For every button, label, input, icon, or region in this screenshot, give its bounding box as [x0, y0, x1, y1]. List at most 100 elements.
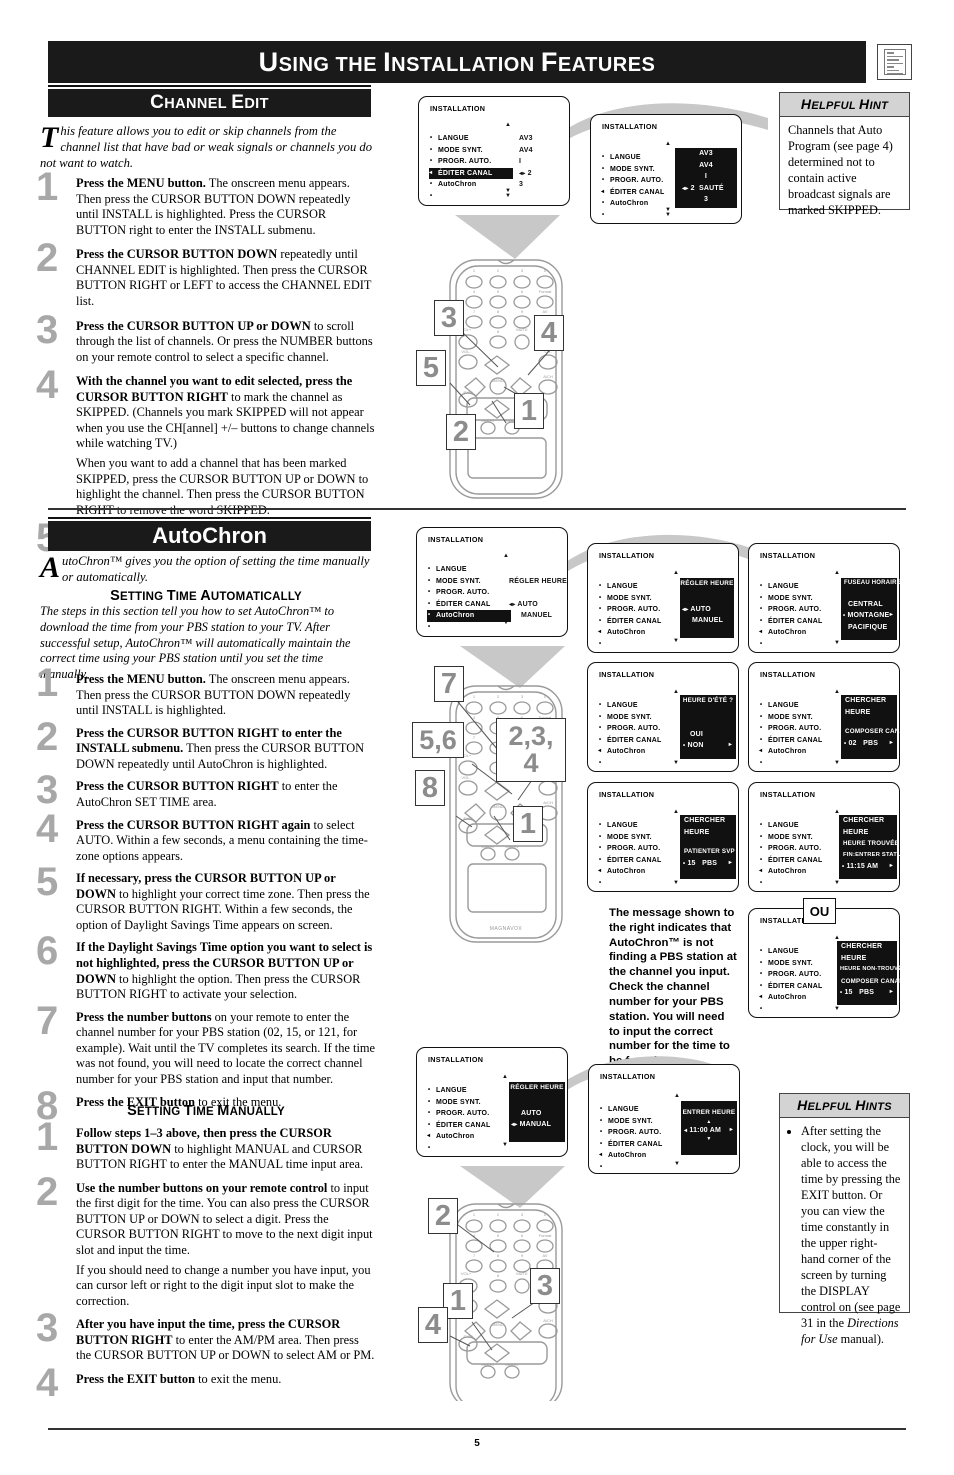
osd-title: INSTALLATION [760, 670, 816, 679]
osd-title: INSTALLATION [428, 1055, 484, 1064]
step-number: 7 [36, 998, 59, 1043]
osd-status: COMPOSER CANAL [841, 977, 904, 985]
autochron-intro-text: utoChron™ gives you the option of settin… [62, 554, 370, 584]
osd-channel-entry: • 15 PBS ▸ [683, 859, 732, 867]
osd-option-selected: • MONTAGNE ▸ [843, 612, 893, 619]
callout-1: 1 [514, 393, 544, 429]
osd-menu-item: MODE SYNT. [599, 1116, 663, 1128]
osd-menu-item: PROGR. AUTO. [427, 1108, 491, 1120]
step-item: 1 Press the MENU button. The onscreen me… [36, 167, 376, 238]
osd-menu-item [429, 191, 513, 203]
osd-menu-item: PROGR. AUTO. [759, 843, 823, 855]
scroll-up-indicator: ▲ [673, 809, 679, 815]
osd-value: AV4 [699, 161, 713, 169]
osd-menu-item: LANGUE [759, 946, 823, 958]
osd-title: INSTALLATION [602, 122, 658, 131]
step-item: 3 After you have input the time, press t… [36, 1308, 376, 1364]
osd-menu-list: LANGUE MODE SYNT. PROGR. AUTO. ÉDITER CA… [599, 1104, 663, 1173]
osd-menu-item-selected: AutoChron [759, 627, 823, 639]
channel-edit-header-label: CHANNEL EDIT [150, 92, 269, 113]
banner-title: USING THE INSTALLATION FEATURES [258, 46, 656, 77]
drop-cap: T [40, 121, 59, 154]
osd-menu-item: ÉDITER CANAL [598, 616, 662, 628]
osd-status: FIN:ENTRER STATUS [843, 851, 906, 858]
osd-menu-item: ÉDITER CANAL [427, 599, 511, 611]
osd-menu-item: LANGUE [429, 133, 513, 145]
osd-time-value: • 11:15 AM ▸ [842, 863, 893, 870]
osd-menu-list: LANGUE MODE SYNT. PROGR. AUTO. ÉDITER CA… [759, 700, 823, 769]
callout-4: 4 [534, 315, 564, 351]
scroll-down-indicator: ▼ [834, 760, 840, 766]
callout-7: 7 [434, 666, 464, 702]
manual-page: USING THE INSTALLATION FEATURES CHANNEL … [0, 0, 954, 1475]
step-item: 2 Use the number buttons on your remote … [36, 1172, 376, 1310]
osd-menu-item [759, 878, 823, 890]
scroll-down-indicator: ▼ [834, 640, 840, 646]
osd-menu-item-selected: AutoChron [598, 627, 662, 639]
step-number: 2 [36, 714, 59, 759]
osd-autochron-search-02: INSTALLATION ▲ LANGUE MODE SYNT. PROGR. … [748, 662, 908, 772]
osd-panel-title: ENTRER HEURE [682, 1109, 736, 1116]
channel-edit-steps: 1 Press the MENU button. The onscreen me… [36, 167, 376, 558]
osd-menu-item: PROGR. AUTO. [759, 604, 823, 616]
osd-option: CENTRAL [848, 600, 883, 608]
osd-panel: RÉGLER HEURE ◂▸ AUTO MANUEL [680, 578, 734, 638]
osd-autochron-not-found: INSTALLATION ▲ LANGUE MODE SYNT. PROGR. … [748, 908, 906, 1018]
osd-title: INSTALLATION [430, 104, 486, 113]
osd-channel-entry: • 15 PBS ▸ [840, 989, 893, 996]
osd-value: MANUEL [521, 612, 553, 619]
step-body: With the channel you want to edit select… [76, 374, 376, 518]
step-number: 3 [36, 768, 59, 813]
osd-menu-item: LANGUE [427, 1085, 491, 1097]
osd-status: HEURE [841, 954, 867, 962]
osd-menu-item: PROGR. AUTO. [601, 175, 665, 187]
scroll-up-indicator: ▲ [665, 141, 671, 147]
osd-panel: AV3 AV4 I ◂▸ 2 SAUTÉ 3 [675, 148, 737, 208]
osd-menu-item: LANGUE [599, 1104, 663, 1116]
osd-title: INSTALLATION [600, 1072, 656, 1081]
osd-status: HEURE [684, 828, 710, 836]
osd-panel: CHERCHER HEURE HEURE TROUVÉE FIN:ENTRER … [839, 815, 906, 879]
osd-menu-item: ÉDITER CANAL [759, 981, 823, 993]
step-bold: Press the CURSOR BUTTON UP or DOWN [76, 318, 311, 333]
osd-menu-item: PROGR. AUTO. [598, 604, 662, 616]
document-page-icon [877, 44, 912, 80]
osd-menu-item: MODE SYNT. [601, 164, 665, 176]
step-item: 5 If necessary, press the CURSOR BUTTON … [36, 862, 376, 933]
osd-menu-item: PROGR. AUTO. [599, 1127, 663, 1139]
osd-menu-item [599, 1162, 663, 1174]
osd-menu-item: MODE SYNT. [429, 145, 513, 157]
step-number: 4 [36, 806, 59, 851]
osd-menu-item: AutoChron [429, 179, 513, 191]
setting-time-automatically-heading: SETTING TIME AUTOMATICALLY [110, 588, 302, 604]
scroll-up-indicator: ▲ [834, 689, 840, 695]
step-item: 3 Press the CURSOR BUTTON RIGHT to enter… [36, 770, 376, 810]
step-number: 1 [36, 165, 59, 209]
scroll-up-indicator: ▲ [503, 553, 509, 559]
osd-menu-item [427, 622, 511, 634]
step-body: If the Daylight Savings Time option you … [76, 940, 373, 1002]
osd-menu-item: PROGR. AUTO. [759, 969, 823, 981]
scroll-down-indicator: ▼ [673, 638, 679, 644]
osd-status: CHERCHER [841, 943, 883, 950]
step-text-2: If you should need to change a number yo… [76, 1262, 371, 1308]
osd-value-column: RÉGLER HEURE ◂▸ AUTO MANUEL [509, 564, 567, 622]
scroll-up-indicator: ▲ [673, 570, 679, 576]
osd-value-column: AV3 AV4 I ◂▸ 2 3 [519, 133, 533, 191]
autochron-manual-steps: 1 Follow steps 1–3 above, then press the… [36, 1117, 376, 1403]
osd-menu-item [598, 639, 662, 651]
scroll-down-indicator: ▼ ▼ [505, 188, 511, 199]
osd-panel: CHERCHER HEURE PATIENTER SVP • 15 PBS ▸ [680, 815, 736, 879]
osd-menu-item: MODE SYNT. [427, 576, 511, 588]
osd-title: INSTALLATION [760, 790, 816, 799]
step-body: Press the CURSOR BUTTON DOWN repeatedly … [76, 247, 376, 309]
hint-list-item: After setting the clock, you will be abl… [801, 1124, 901, 1348]
step-body: Press the CURSOR BUTTON RIGHT to enter t… [76, 725, 365, 771]
osd-menu-item-selected: ÉDITER CANAL [601, 187, 665, 199]
osd-title: INSTALLATION [428, 535, 484, 544]
osd-menu-item-selected: AutoChron [427, 1131, 491, 1143]
callout-5: 5 [416, 350, 446, 386]
osd-menu-list: LANGUE MODE SYNT. PROGR. AUTO. ÉDITER CA… [759, 820, 823, 889]
osd-menu-list: LANGUE MODE SYNT. PROGR. AUTO. ÉDITER CA… [759, 946, 823, 1015]
osd-menu-item [759, 758, 823, 770]
